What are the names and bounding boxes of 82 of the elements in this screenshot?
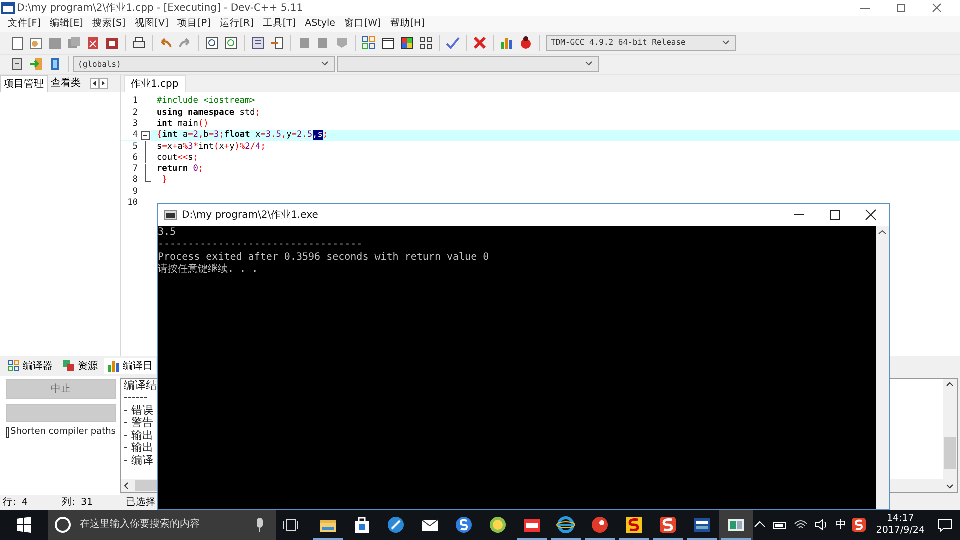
code-line: } — [161, 175, 168, 186]
menu-item[interactable]: 工具[T] — [258, 17, 300, 30]
magnifier-icon[interactable] — [223, 34, 239, 51]
compiler-dropdown[interactable]: TDM-GCC 4.9.2 64-bit Release — [546, 34, 736, 51]
page-arrow-icon[interactable] — [269, 34, 285, 51]
status-value: 31 — [81, 497, 94, 508]
checkbox-label: Shorten compiler paths — [10, 427, 116, 438]
status-label: 列: — [62, 496, 76, 510]
panel-tab[interactable]: 编译日 — [104, 358, 156, 374]
window-title: D:\my program\2\作业1.cpp - [Executing] - Dev-C++ 5.11 — [17, 2, 304, 15]
magnifier-icon[interactable] — [204, 34, 220, 51]
color-tiles-icon[interactable] — [399, 34, 415, 51]
log-line: - 错误 — [124, 404, 154, 417]
panel-tab[interactable]: 查看类 — [48, 75, 84, 92]
stacked-squares-icon — [62, 359, 75, 372]
log-line: - 输出 — [124, 442, 154, 455]
checkbox[interactable] — [6, 426, 9, 438]
bar-chart-icon — [107, 359, 120, 372]
search-input[interactable]: 在这里输入你要搜索的内容 — [78, 518, 248, 532]
fold-minus-icon[interactable] — [140, 130, 151, 141]
new-file-icon[interactable] — [9, 34, 25, 51]
cross-icon[interactable] — [472, 34, 488, 51]
input-method-indicator[interactable]: 中 — [835, 517, 846, 532]
grid-icon[interactable] — [361, 34, 377, 51]
status-value: 4 — [22, 497, 30, 508]
menu-item[interactable]: 窗口[W] — [340, 17, 386, 30]
panel-tab[interactable]: 资源 — [59, 358, 101, 374]
menu-item[interactable]: 帮助[H] — [386, 17, 429, 30]
check-icon[interactable] — [445, 34, 461, 51]
console-icon — [164, 209, 178, 221]
scope-dropdown[interactable]: (globals) — [73, 56, 335, 72]
menu-item[interactable]: 项目[P] — [174, 17, 215, 30]
vertical-scrollbar[interactable] — [876, 226, 889, 509]
bug-icon[interactable] — [518, 34, 534, 51]
panel-tab[interactable]: 项目管理 — [0, 74, 48, 92]
code-line: using namespace std; — [157, 108, 260, 118]
log-line: - 输出 — [124, 430, 154, 442]
code-line: s=x+a%3*int(x+y)%2/4; — [157, 142, 266, 152]
window-icon[interactable] — [719, 510, 754, 540]
line-number: 4 — [121, 130, 140, 140]
window-title: D:\my program\2\作业1.exe — [182, 208, 318, 222]
printer-icon[interactable] — [131, 34, 147, 51]
menu-item[interactable]: AStyle — [301, 18, 340, 30]
code-line: return 0; — [157, 164, 204, 174]
file-tab[interactable]: 作业1.cpp — [124, 74, 186, 92]
menu-item[interactable]: 文件[F] — [4, 17, 45, 30]
scroll-thumb[interactable] — [944, 437, 956, 470]
log-line: - 编译 — [124, 454, 154, 468]
clock-date[interactable]: 2017/9/24 — [876, 524, 925, 537]
page-icon[interactable] — [250, 34, 266, 51]
grid-icon — [7, 359, 20, 372]
letter-s-tile-icon[interactable] — [851, 516, 868, 533]
menu-item[interactable]: 运行[R] — [216, 17, 258, 30]
panel-tab[interactable]: 编译器 — [4, 358, 56, 374]
console-output-line: 3.5 — [158, 227, 178, 240]
status-label: 已选择 — [126, 496, 156, 510]
menu-item[interactable]: 搜索[S] — [88, 17, 130, 30]
grid-icon[interactable] — [418, 34, 434, 51]
console-output-line: ---------------------------------- — [158, 239, 364, 252]
console-output-line: 请按任意键继续. . . — [158, 264, 260, 276]
menu-item[interactable]: 编辑[E] — [46, 17, 88, 30]
clock-time[interactable]: 14:17 — [886, 512, 914, 525]
code-line: cout<<s; — [157, 152, 198, 163]
scroll-left-icon[interactable] — [90, 78, 99, 89]
menu-item[interactable]: 视图[V] — [130, 17, 173, 30]
scroll-right-icon[interactable] — [99, 78, 108, 89]
code-line: #include <iostream> — [157, 96, 256, 106]
status-label: 行: — [3, 496, 18, 510]
log-line: ------ — [124, 392, 149, 405]
code-line: int main() — [157, 118, 209, 129]
compiler-name: TDM-GCC 4.9.2 64-bit Release — [551, 38, 686, 48]
door-icon[interactable] — [9, 56, 25, 72]
log-line: - 警告 — [124, 417, 154, 430]
search-bar[interactable]: 在这里输入你要搜索的内容 — [48, 510, 276, 540]
close-file-icon[interactable] — [85, 34, 101, 51]
vertical-scrollbar[interactable] — [943, 378, 957, 492]
scope-name: (globals) — [78, 60, 122, 69]
cortana-circle-icon — [54, 516, 72, 534]
log-line: 编译结 — [124, 380, 158, 392]
arrow-door-icon[interactable] — [28, 56, 44, 72]
console-output-line: Process exited after 0.3596 seconds with return value 0 — [158, 252, 490, 264]
code-line: {int a=2,b=3;float x=3.5,y=2.5,s; — [157, 130, 328, 140]
